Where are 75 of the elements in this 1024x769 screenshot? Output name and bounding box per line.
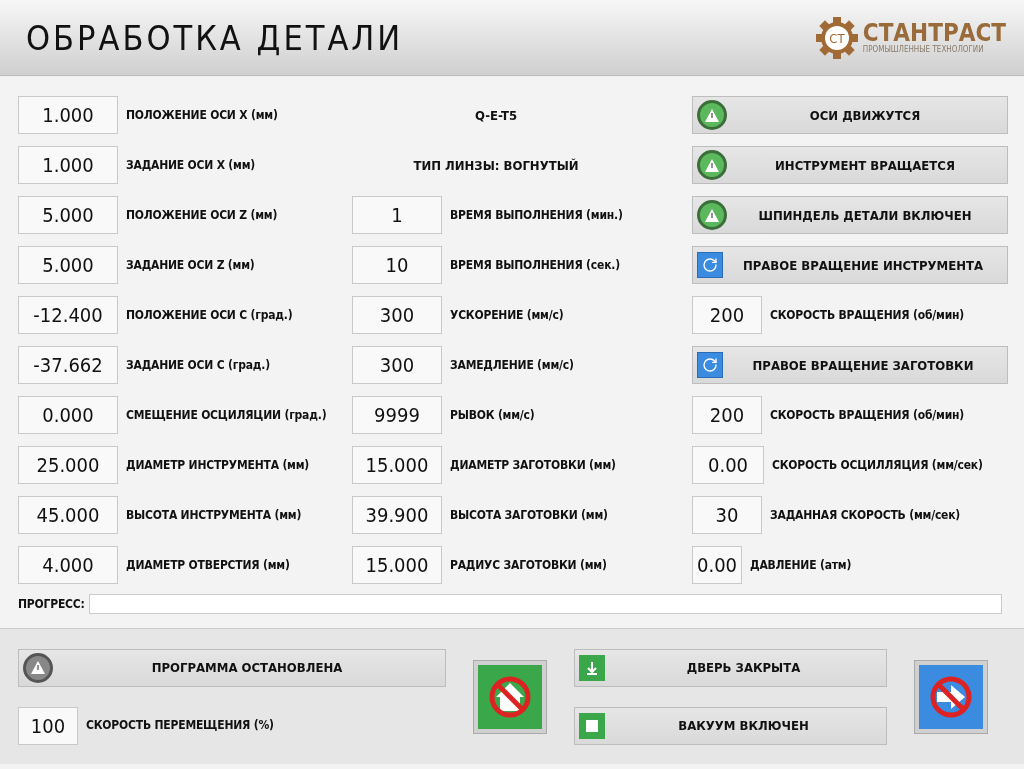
status-indicator-button[interactable]: ИНСТРУМЕНТ ВРАЩАЕТСЯ <box>692 146 1008 184</box>
value-field[interactable]: 10 <box>352 246 442 284</box>
field-label: СКОРОСТЬ ВРАЩЕНИЯ (об/мин) <box>770 307 965 323</box>
info-text: ТИП ЛИНЗЫ: ВОГНУТЫЙ <box>412 157 580 173</box>
field-label: РАДИУС ЗАГОТОВКИ (мм) <box>450 557 607 573</box>
field-label: ВРЕМЯ ВЫПОЛНЕНИЯ (мин.) <box>450 207 623 223</box>
value-field[interactable]: -12.400 <box>18 296 118 334</box>
rotate-icon <box>697 352 723 378</box>
warning-icon <box>705 158 719 172</box>
field-label: СКОРОСТЬ ВРАЩЕНИЯ (об/мин) <box>770 407 965 423</box>
value-field[interactable]: 5.000 <box>18 196 118 234</box>
warning-icon <box>705 108 719 122</box>
field-label: ПОЛОЖЕНИЕ ОСИ C (град.) <box>126 307 293 323</box>
value-field[interactable]: 1 <box>352 196 442 234</box>
field-label: СМЕЩЕНИЕ ОСЦИЛЯЦИИ (град.) <box>126 407 327 423</box>
value-field[interactable]: 200 <box>692 296 762 334</box>
arrow-prohibited-icon <box>929 674 973 719</box>
value-field[interactable]: 0.000 <box>18 396 118 434</box>
program-status-button[interactable]: ПРОГРАММА ОСТАНОВЛЕНА <box>18 648 446 687</box>
home-button[interactable] <box>474 660 546 733</box>
value-field[interactable]: 15.000 <box>352 546 442 584</box>
field-label: СКОРОСТЬ ПЕРЕМЕЩЕНИЯ (%) <box>86 718 274 733</box>
status-indicator-button[interactable]: ШПИНДЕЛЬ ДЕТАЛИ ВКЛЮЧЕН <box>692 196 1008 234</box>
warning-icon <box>705 208 719 222</box>
rotation-button[interactable]: ПРАВОЕ ВРАЩЕНИЕ ЗАГОТОВКИ <box>692 346 1008 384</box>
value-field[interactable]: 300 <box>352 346 442 384</box>
field-label: ВЫСОТА ИНСТРУМЕНТА (мм) <box>126 507 302 523</box>
field-label: СКОРОСТЬ ОСЦИЛЛЯЦИЯ (мм/сек) <box>772 457 983 473</box>
value-field[interactable]: 5.000 <box>18 246 118 284</box>
value-field[interactable]: 45.000 <box>18 496 118 534</box>
field-label: ДИАМЕТР ИНСТРУМЕНТА (мм) <box>126 457 310 473</box>
field-label: ЗАДАНИЕ ОСИ X (мм) <box>126 157 256 173</box>
field-label: ЗАДАНИЕ ОСИ Z (мм) <box>126 257 255 273</box>
progress-label: ПРОГРЕСС: <box>18 596 85 612</box>
field-label: УСКОРЕНИЕ (мм/с) <box>450 307 564 323</box>
rotate-icon <box>697 252 723 278</box>
field-label: ВРЕМЯ ВЫПОЛНЕНИЯ (сек.) <box>450 257 620 273</box>
field-label: ЗАДАНИЕ ОСИ C (град.) <box>126 357 270 373</box>
field-label: ЗАМЕДЛЕНИЕ (мм/с) <box>450 357 574 373</box>
field-label: ПОЛОЖЕНИЕ ОСИ Z (мм) <box>126 207 278 223</box>
value-field[interactable]: 25.000 <box>18 446 118 484</box>
square-icon <box>579 712 605 739</box>
signal-button[interactable]: ВАКУУМ ВКЛЮЧЕН <box>574 706 887 745</box>
value-field[interactable]: 4.000 <box>18 546 118 584</box>
info-text: Q-E-T5 <box>473 107 519 123</box>
field-label: РЫВОК (мм/с) <box>450 407 535 423</box>
value-field[interactable]: 1.000 <box>18 96 118 134</box>
start-button[interactable] <box>915 660 987 733</box>
gear-logo-icon <box>815 16 858 59</box>
warning-icon <box>31 661 45 674</box>
value-field[interactable]: 0.00 <box>692 446 764 484</box>
value-field[interactable]: 15.000 <box>352 446 442 484</box>
field-label: ДИАМЕТР ЗАГОТОВКИ (мм) <box>450 457 616 473</box>
value-field[interactable]: 1.000 <box>18 146 118 184</box>
value-field[interactable]: 30 <box>692 496 762 534</box>
field-label: ПОЛОЖЕНИЕ ОСИ X (мм) <box>126 107 278 123</box>
value-field[interactable]: 300 <box>352 296 442 334</box>
logo-initials: СТ <box>829 30 845 46</box>
status-indicator-button[interactable]: ОСИ ДВИЖУТСЯ <box>692 96 1008 134</box>
value-field[interactable]: 39.900 <box>352 496 442 534</box>
value-field[interactable]: 9999 <box>352 396 442 434</box>
logo-tagline: ПРОМЫШЛЕННЫЕ ТЕХНОЛОГИИ <box>862 45 985 54</box>
signal-button[interactable]: ДВЕРЬ ЗАКРЫТА <box>574 648 887 687</box>
field-label: ДАВЛЕНИЕ (атм) <box>750 557 852 573</box>
value-field[interactable]: 200 <box>692 396 762 434</box>
value-field[interactable]: -37.662 <box>18 346 118 384</box>
field-label: ДИАМЕТР ОТВЕРСТИЯ (мм) <box>126 557 290 573</box>
home-prohibited-icon <box>488 674 532 719</box>
rotation-button[interactable]: ПРАВОЕ ВРАЩЕНИЕ ИНСТРУМЕНТА <box>692 246 1008 284</box>
field-label: ВЫСОТА ЗАГОТОВКИ (мм) <box>450 507 608 523</box>
field-label: ЗАДАННАЯ СКОРОСТЬ (мм/сек) <box>770 507 961 523</box>
logo-name: СТАНТРАСТ <box>862 21 1006 45</box>
value-field[interactable]: 100 <box>18 706 78 745</box>
page-title: ОБРАБОТКА ДЕТАЛИ <box>26 17 404 58</box>
value-field[interactable]: 0.00 <box>692 546 742 584</box>
